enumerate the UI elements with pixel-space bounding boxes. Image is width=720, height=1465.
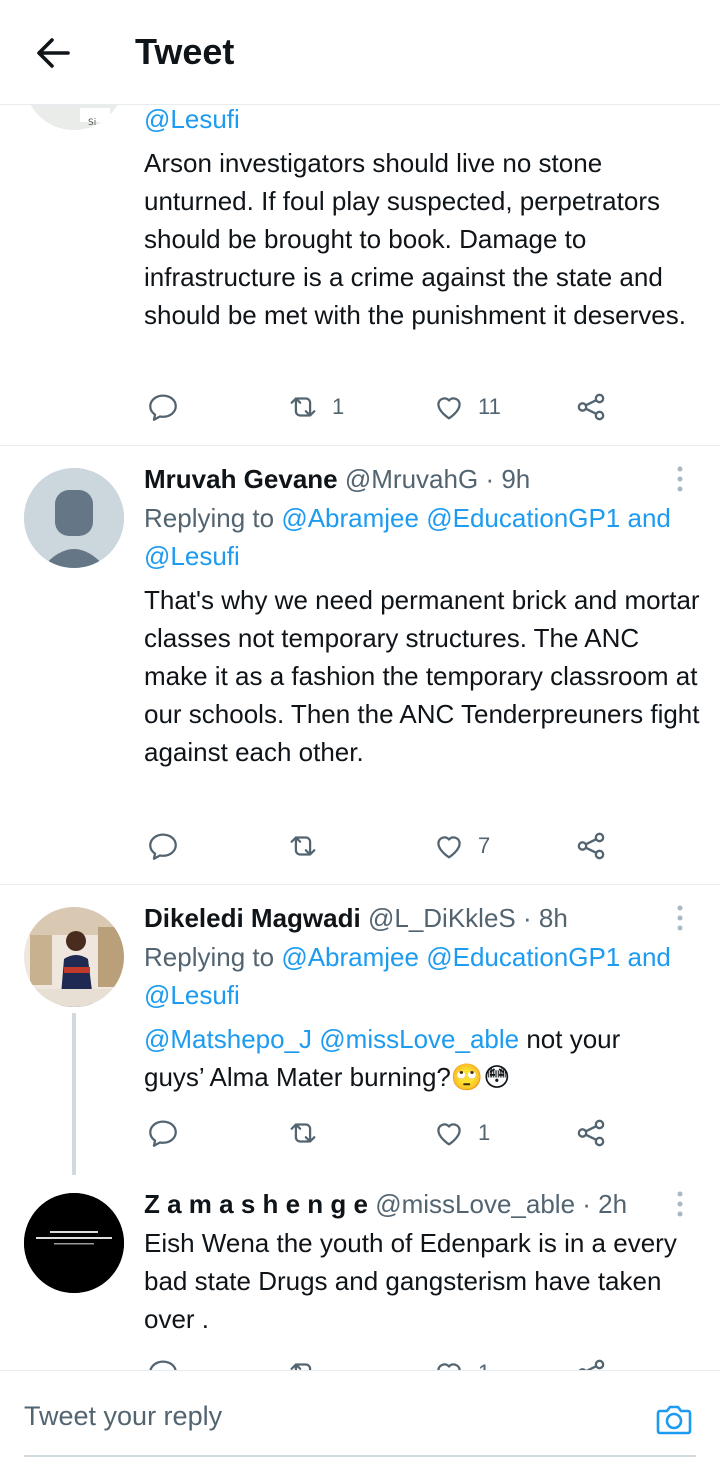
share-button[interactable]	[574, 387, 608, 427]
reply-button[interactable]	[146, 387, 180, 427]
mention-link[interactable]: @missLove_able	[319, 1024, 519, 1054]
like-count: 11	[478, 394, 501, 419]
like-button[interactable]: 7	[432, 826, 490, 866]
share-icon	[578, 1359, 605, 1370]
avatar[interactable]	[24, 907, 124, 1007]
mention-link[interactable]: @Abramjee @EducationGP1 and	[281, 503, 671, 533]
tweet-actions: 1	[144, 1113, 624, 1153]
share-icon	[577, 832, 605, 860]
share-button[interactable]	[574, 1353, 608, 1370]
mention-link[interactable]: @Lesufi	[144, 104, 240, 134]
mention-link[interactable]: @Abramjee @EducationGP1 and	[281, 942, 671, 972]
user-handle[interactable]: @MruvahG	[345, 464, 478, 494]
reply-bar: Tweet your reply	[0, 1370, 720, 1465]
like-count: 1	[478, 1120, 491, 1145]
svg-text:Si: Si	[88, 118, 96, 128]
like-button[interactable]: 11	[432, 387, 501, 427]
tweet-item[interactable]: Mruvah Gevane @MruvahG · 9h Replying to …	[0, 446, 720, 884]
mention-link[interactable]: @Lesufi	[144, 980, 240, 1010]
tweet-item[interactable]: Dikeledi Magwadi @L_DiKkleS · 8h Replyin…	[0, 885, 720, 1175]
retweet-count: 1	[332, 394, 345, 419]
tweet-actions: 7	[144, 826, 624, 866]
heart-icon	[437, 397, 461, 420]
retweet-icon	[290, 1123, 316, 1143]
mention-link[interactable]: @Matshepo_J	[144, 1024, 312, 1054]
comment-icon	[149, 1120, 177, 1147]
tweet-feed: Si @Lesufi Arson investigators should li…	[0, 0, 720, 1370]
retweet-icon	[290, 397, 316, 417]
like-count: 1	[478, 1360, 490, 1370]
avatar[interactable]	[24, 468, 124, 568]
avatar[interactable]	[24, 1193, 124, 1293]
tweet-item[interactable]: Z a m a s h e n g e @missLove_able · 2h …	[0, 1175, 720, 1370]
replying-to: Replying to @Abramjee @EducationGP1 and …	[144, 938, 700, 1014]
retweet-icon	[290, 836, 316, 856]
tweet-text: That's why we need permanent brick and m…	[144, 585, 700, 767]
replying-to: @Lesufi	[144, 100, 700, 138]
thread-line	[72, 1013, 76, 1175]
reply-button[interactable]	[146, 1353, 180, 1370]
top-app-bar: Tweet	[0, 0, 720, 105]
retweet-button[interactable]	[286, 1113, 320, 1153]
camera-button[interactable]	[654, 1399, 694, 1439]
share-button[interactable]	[574, 826, 608, 866]
tweet-header: Dikeledi Magwadi @L_DiKkleS · 8h	[144, 900, 700, 936]
page-title: Tweet	[135, 31, 235, 72]
replying-label: Replying to	[144, 503, 275, 533]
replying-label: Replying to	[144, 942, 275, 972]
tweet-time: · 8h	[523, 903, 568, 933]
retweet-button[interactable]	[286, 826, 320, 866]
like-button[interactable]: 1	[432, 1353, 490, 1370]
reply-input[interactable]: Tweet your reply	[24, 1401, 222, 1432]
camera-icon	[656, 1405, 692, 1435]
replying-to: Replying to @Abramjee @EducationGP1 and …	[144, 499, 700, 575]
like-count: 7	[478, 833, 491, 858]
mention-link[interactable]: @Lesufi	[144, 541, 240, 571]
user-handle[interactable]: @L_DiKkleS	[368, 903, 516, 933]
retweet-icon	[290, 1363, 312, 1370]
heart-icon	[437, 836, 461, 859]
display-name[interactable]: Dikeledi Magwadi	[144, 903, 361, 933]
comment-icon	[149, 1360, 177, 1370]
display-name[interactable]: Z a m a s h e n g e	[144, 1189, 368, 1219]
heart-icon	[437, 1123, 461, 1146]
heart-icon	[437, 1363, 461, 1370]
tweet-actions: 1	[144, 1353, 624, 1370]
share-icon	[577, 393, 605, 421]
user-handle[interactable]: @missLove_able	[375, 1189, 575, 1219]
like-button[interactable]: 1	[432, 1113, 490, 1153]
tweet-text: Arson investigators should live no stone…	[144, 148, 686, 330]
reply-button[interactable]	[146, 826, 180, 866]
share-button[interactable]	[574, 1113, 608, 1153]
share-icon	[577, 1119, 605, 1147]
comment-icon	[149, 833, 177, 860]
reply-button[interactable]	[146, 1113, 180, 1153]
arrow-left-icon	[37, 38, 70, 68]
tweet-actions: 1 11	[144, 387, 624, 427]
comment-icon	[149, 394, 177, 421]
display-name[interactable]: Mruvah Gevane	[144, 464, 338, 494]
tweet-text: @Matshepo_J @missLove_able not your guys…	[144, 1020, 664, 1096]
tweet-text: Eish Wena the youth of Edenpark is in a …	[144, 1228, 677, 1334]
tweet-time: · 2h	[582, 1189, 628, 1219]
tweet-time: · 9h	[485, 464, 531, 494]
tweet-header: Z a m a s h e n g e @missLove_able · 2h	[144, 1186, 700, 1222]
reply-underline	[24, 1455, 696, 1457]
retweet-button[interactable]: 1	[286, 387, 344, 427]
tweet-header: Mruvah Gevane @MruvahG · 9h	[144, 461, 700, 497]
back-button[interactable]	[30, 30, 76, 76]
retweet-button[interactable]	[286, 1353, 320, 1370]
